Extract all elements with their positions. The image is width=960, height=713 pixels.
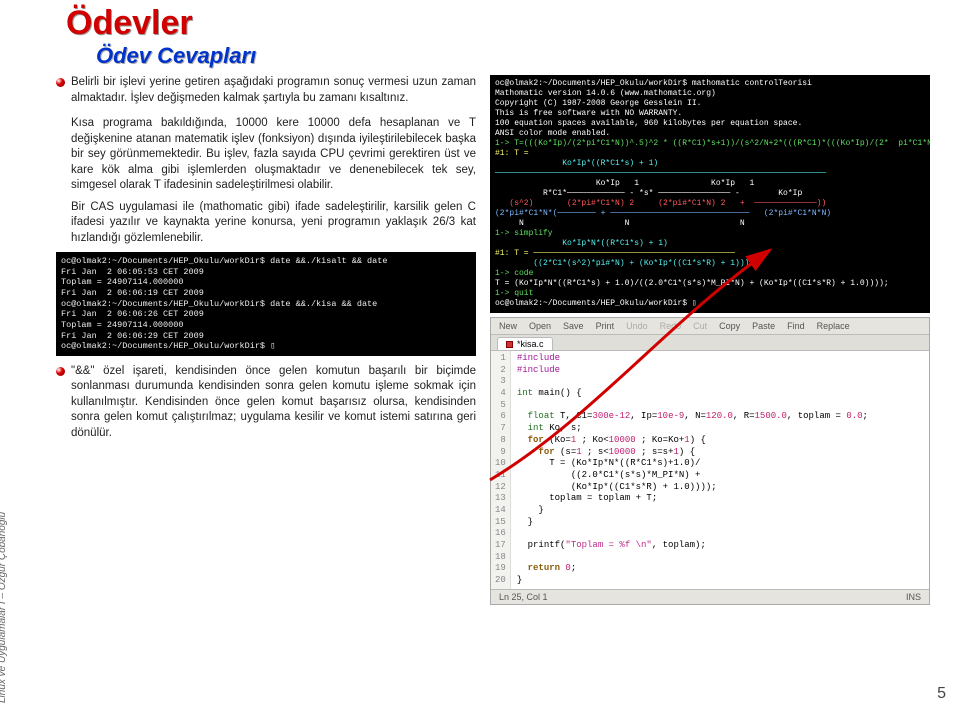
- file-icon: [506, 341, 513, 348]
- right-column: oc@olmak2:~/Documents/HEP_Okulu/workDir$…: [490, 75, 930, 605]
- page-content: Ödevler Ödev Cevapları Belirli bir işlev…: [56, 0, 956, 713]
- toolbar-find[interactable]: Find: [787, 321, 805, 331]
- paragraph-3: Bir CAS uygulamasi ile (mathomatic gibi)…: [71, 200, 476, 247]
- editor-statusbar: Ln 25, Col 1 INS: [491, 589, 929, 604]
- bullet-icon: [56, 367, 65, 376]
- insert-mode: INS: [906, 592, 921, 602]
- toolbar-open[interactable]: Open: [529, 321, 551, 331]
- code-area[interactable]: 1 2 3 4 5 6 7 8 9 10 11 12 13 14 15 16 1…: [491, 351, 929, 589]
- toolbar-save[interactable]: Save: [563, 321, 584, 331]
- tab-kisa-c[interactable]: *kisa.c: [497, 337, 553, 350]
- toolbar-undo[interactable]: Undo: [626, 321, 648, 331]
- toolbar-copy[interactable]: Copy: [719, 321, 740, 331]
- code-editor: New Open Save Print Undo Redo Cut Copy P…: [490, 317, 930, 605]
- left-column: Belirli bir işlevi yerine getiren aşağıd…: [56, 75, 476, 605]
- sidebar-vertical-text: Hızlandırıcı ve Yüksek Enerji Fiziği içi…: [8, 0, 48, 713]
- terminal-left: oc@olmak2:~/Documents/HEP_Okulu/workDir$…: [56, 252, 476, 356]
- cursor-position: Ln 25, Col 1: [499, 592, 548, 602]
- toolbar-print[interactable]: Print: [596, 321, 615, 331]
- paragraph-2: Kısa programa bakıldığında, 10000 kere 1…: [71, 116, 476, 194]
- bullet-icon: [56, 78, 65, 87]
- toolbar-paste[interactable]: Paste: [752, 321, 775, 331]
- editor-tabs: *kisa.c: [491, 335, 929, 351]
- gutter: 1 2 3 4 5 6 7 8 9 10 11 12 13 14 15 16 1…: [491, 351, 511, 589]
- toolbar-cut[interactable]: Cut: [693, 321, 707, 331]
- paragraph-1: Belirli bir işlevi yerine getiren aşağıd…: [71, 75, 476, 106]
- page-title: Ödevler: [66, 4, 956, 43]
- page-subtitle: Ödev Cevapları: [96, 43, 956, 69]
- editor-toolbar: New Open Save Print Undo Redo Cut Copy P…: [491, 318, 929, 335]
- toolbar-new[interactable]: New: [499, 321, 517, 331]
- source-code: #include #include int main() { float T, …: [511, 351, 929, 589]
- toolbar-replace[interactable]: Replace: [817, 321, 850, 331]
- terminal-right: oc@olmak2:~/Documents/HEP_Okulu/workDir$…: [490, 75, 930, 313]
- page-number: 5: [937, 685, 946, 703]
- paragraph-4: "&&" özel işareti, kendisinden önce gele…: [71, 364, 476, 442]
- toolbar-redo[interactable]: Redo: [660, 321, 682, 331]
